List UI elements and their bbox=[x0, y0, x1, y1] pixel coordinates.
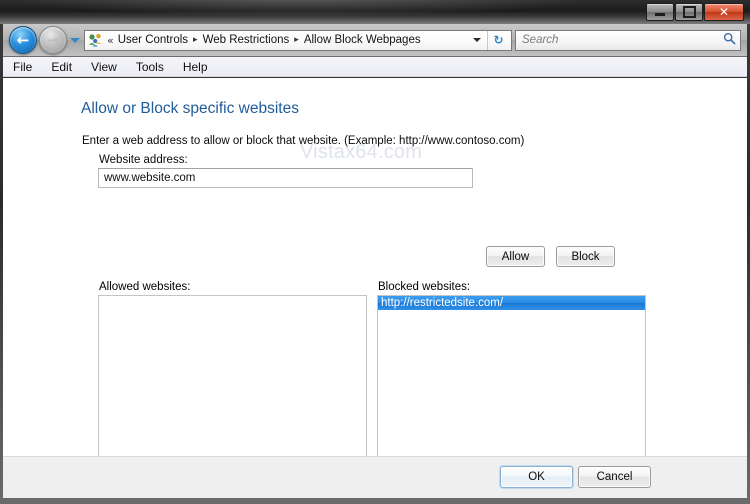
allowed-websites-label: Allowed websites: bbox=[99, 281, 191, 293]
maximize-button[interactable] bbox=[675, 3, 703, 21]
allow-button[interactable]: Allow bbox=[486, 246, 545, 267]
forward-button[interactable]: → bbox=[39, 26, 67, 54]
back-arrow-icon: ← bbox=[16, 31, 30, 49]
menu-item-help[interactable]: Help bbox=[183, 60, 208, 74]
breadcrumb-item-allow-block-webpages[interactable]: Allow Block Webpages bbox=[304, 34, 421, 46]
minimize-button[interactable] bbox=[646, 3, 674, 21]
breadcrumb-item-web-restrictions[interactable]: Web Restrictions bbox=[203, 34, 290, 46]
close-button[interactable]: ✕ bbox=[704, 3, 744, 21]
parental-controls-icon bbox=[88, 33, 103, 47]
address-bar[interactable]: « User Controls ▸ Web Restrictions ▸ All… bbox=[84, 29, 512, 51]
content-pane: Vistax64.com Allow or Block specific web… bbox=[3, 78, 747, 456]
navigation-bar: ← → « User Controls ▸ Web Restrictions ▸ bbox=[3, 24, 747, 57]
search-box[interactable]: Search bbox=[515, 29, 741, 51]
search-input[interactable]: Search bbox=[522, 34, 723, 46]
menu-item-view[interactable]: View bbox=[91, 60, 117, 74]
recent-pages-chevron-down-icon[interactable] bbox=[70, 37, 80, 43]
breadcrumb-chevron-icon[interactable]: ▸ bbox=[193, 35, 198, 45]
refresh-icon: ↻ bbox=[493, 33, 504, 47]
menu-item-tools[interactable]: Tools bbox=[136, 60, 164, 74]
menu-item-edit[interactable]: Edit bbox=[51, 60, 72, 74]
list-item[interactable]: http://restrictedsite.com/ bbox=[378, 296, 645, 310]
back-button[interactable]: ← bbox=[9, 26, 37, 54]
dialog-footer: OK Cancel bbox=[3, 456, 747, 498]
close-icon: ✕ bbox=[718, 5, 730, 19]
refresh-button[interactable]: ↻ bbox=[487, 30, 509, 50]
title-bar-gloss bbox=[0, 0, 750, 24]
explorer-window: ✕ ← → « User Controls ▸ Web Restrictions… bbox=[0, 0, 750, 504]
block-button[interactable]: Block bbox=[556, 246, 615, 267]
menu-item-file[interactable]: File bbox=[13, 60, 32, 74]
menu-bar: File Edit View Tools Help bbox=[3, 57, 747, 77]
blocked-websites-label: Blocked websites: bbox=[378, 281, 471, 293]
breadcrumb-overflow-icon[interactable]: « bbox=[107, 34, 114, 47]
search-icon bbox=[723, 32, 736, 48]
allowed-websites-listbox[interactable] bbox=[98, 295, 367, 456]
maximize-icon bbox=[682, 6, 696, 18]
window-controls: ✕ bbox=[646, 3, 744, 21]
blocked-websites-listbox[interactable]: http://restrictedsite.com/ bbox=[377, 295, 646, 456]
instruction-text: Enter a web address to allow or block th… bbox=[82, 135, 525, 147]
forward-arrow-icon: → bbox=[46, 31, 60, 49]
website-address-input[interactable] bbox=[98, 168, 473, 188]
breadcrumb-item-user-controls[interactable]: User Controls bbox=[118, 34, 188, 46]
cancel-button[interactable]: Cancel bbox=[578, 466, 651, 488]
title-bar: ✕ bbox=[0, 0, 750, 24]
address-dropdown-chevron-down-icon[interactable] bbox=[473, 38, 481, 42]
minimize-icon bbox=[655, 13, 665, 16]
breadcrumb-chevron-icon[interactable]: ▸ bbox=[294, 35, 299, 45]
ok-button[interactable]: OK bbox=[500, 466, 573, 488]
page-title: Allow or Block specific websites bbox=[81, 100, 299, 117]
website-address-label: Website address: bbox=[99, 154, 188, 166]
